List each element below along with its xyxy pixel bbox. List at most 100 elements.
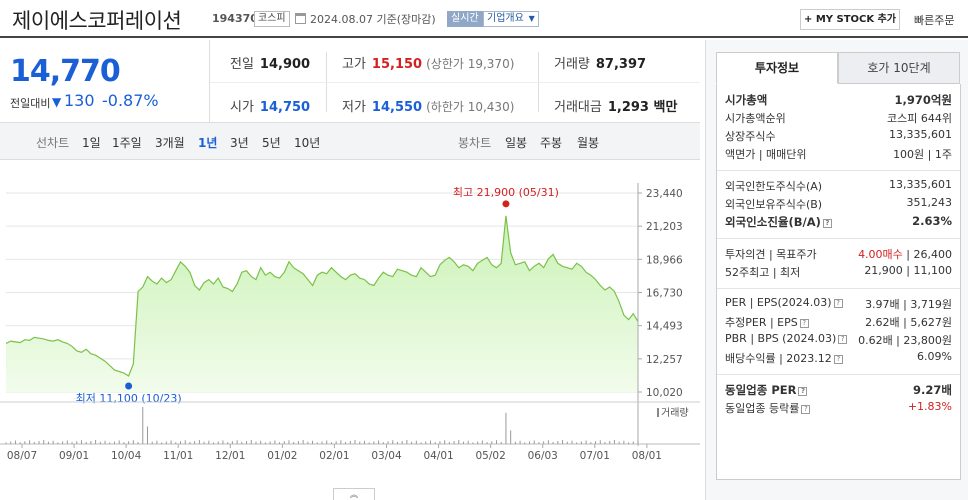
calendar-icon bbox=[295, 13, 306, 24]
volume-legend: 거래량 bbox=[661, 407, 689, 419]
tab-1d[interactable]: 1일 bbox=[82, 134, 101, 151]
x-tick-label: 03/04 bbox=[371, 450, 402, 462]
realtime-badge[interactable]: 실시간 bbox=[447, 11, 483, 27]
high-price: 고가 15,150 (상한가 19,370) bbox=[342, 57, 515, 72]
high-annotation: 최고 21,900 (05/31) bbox=[453, 186, 559, 199]
volume: 거래량 87,397 bbox=[554, 57, 647, 72]
invest-info-row[interactable]: PER | EPS(2024.03)? 3.97배 | 3,719원 bbox=[725, 296, 952, 314]
diff-value: 130 bbox=[64, 91, 95, 110]
invest-info-label: 시가총액순위 bbox=[725, 112, 786, 125]
invest-info-value: 6.09% bbox=[917, 350, 952, 363]
invest-info-row[interactable]: 동일업종 등락률? +1.83% bbox=[725, 400, 952, 418]
invest-info-label: 동일업종 PER? bbox=[725, 382, 808, 398]
prev-close: 전일 14,900 bbox=[230, 57, 311, 72]
invest-info-panel: 시가총액 1,970억원 시가총액순위 코스피 644위 상장주식수 13,335,601… bbox=[716, 84, 961, 480]
y-tick-label: 12,257 bbox=[646, 354, 683, 366]
company-info-label: 기업개요 bbox=[487, 13, 524, 24]
invest-info-row: 52주최고 | 최저 21,900 | 11,100 bbox=[725, 264, 952, 282]
candle-chart-label: 봉차트 bbox=[458, 136, 492, 150]
current-price-box: 14,770 전일대비 ▼ 130 -0.87% bbox=[0, 40, 210, 122]
y-tick-label: 14,493 bbox=[646, 321, 683, 333]
price-area bbox=[6, 215, 638, 392]
invest-info-value: 2.62배 | 5,627원 bbox=[865, 316, 952, 329]
x-tick-label: 12/01 bbox=[215, 450, 245, 462]
invest-info-label: 52주최고 | 최저 bbox=[725, 266, 801, 279]
divider bbox=[717, 374, 960, 375]
invest-info-value: 0.62배 | 23,800원 bbox=[858, 334, 952, 347]
invest-info-value: 3.97배 | 3,719원 bbox=[865, 298, 952, 311]
current-price: 14,770 bbox=[10, 54, 121, 89]
tab-invest-info[interactable]: 투자정보 bbox=[716, 52, 838, 84]
tab-1w[interactable]: 1주일 bbox=[112, 134, 142, 151]
tab-weekly[interactable]: 주봉 bbox=[540, 134, 562, 151]
invest-info-row[interactable]: 배당수익률 | 2023.12? 6.09% bbox=[725, 350, 952, 368]
help-icon[interactable]: ? bbox=[801, 405, 811, 414]
low-marker bbox=[125, 382, 133, 390]
invest-info-row: 액면가 | 매매단위 100원 | 1주 bbox=[725, 146, 952, 164]
divider bbox=[717, 288, 960, 289]
divider bbox=[717, 238, 960, 239]
invest-info-value: 13,335,601 bbox=[889, 178, 952, 191]
x-tick-label: 10/04 bbox=[111, 450, 142, 462]
price-chart[interactable]: 최고 21,900 (05/31) 최저 11,100 (10/23) 23,44… bbox=[0, 160, 700, 488]
x-tick-label: 06/03 bbox=[528, 450, 558, 462]
invest-info-value: 351,243 bbox=[906, 196, 953, 209]
invest-info-value: 1,970억원 bbox=[894, 93, 952, 107]
company-info-dropdown[interactable]: 기업개요 ▼ bbox=[483, 11, 539, 27]
y-tick-label: 21,203 bbox=[646, 221, 683, 233]
tab-5y[interactable]: 5년 bbox=[262, 134, 281, 151]
invest-info-label: 투자의견 | 목표주가 bbox=[725, 248, 817, 261]
open-price: 시가 14,750 bbox=[230, 100, 311, 115]
quick-order-link[interactable]: 빠른주문 bbox=[914, 12, 954, 28]
tab-daily[interactable]: 일봉 bbox=[505, 134, 527, 151]
volume-legend-swatch bbox=[657, 408, 659, 417]
x-tick-label: 02/01 bbox=[319, 450, 349, 462]
chevron-down-icon: ▼ bbox=[528, 14, 535, 23]
invest-info-label: 시가총액 bbox=[725, 93, 768, 107]
invest-info-label: 외국인한도주식수(A) bbox=[725, 180, 823, 193]
help-icon[interactable]: ? bbox=[838, 335, 848, 344]
tab-orderbook[interactable]: 호가 10단계 bbox=[838, 52, 960, 84]
invest-info-value: 2.63% bbox=[912, 214, 952, 228]
down-arrow-icon: ▼ bbox=[52, 95, 62, 109]
help-icon[interactable]: ? bbox=[833, 355, 843, 364]
tab-3y[interactable]: 3년 bbox=[230, 134, 249, 151]
invest-info-row[interactable]: 동일업종 PER? 9.27배 bbox=[725, 382, 952, 400]
x-tick-label: 05/02 bbox=[476, 450, 506, 462]
invest-info-label: 액면가 | 매매단위 bbox=[725, 148, 807, 161]
invest-info-row: 외국인한도주식수(A) 13,335,601 bbox=[725, 178, 952, 196]
tab-1y[interactable]: 1년 bbox=[198, 134, 217, 151]
tab-monthly[interactable]: 월봉 bbox=[577, 134, 599, 151]
invest-info-value: 21,900 | 11,100 bbox=[864, 264, 952, 277]
invest-info-label: 추정PER | EPS? bbox=[725, 314, 809, 330]
invest-info-label: 외국인보유주식수(B) bbox=[725, 198, 823, 211]
tab-3m[interactable]: 3개월 bbox=[155, 134, 185, 151]
x-tick-label: 08/01 bbox=[632, 450, 662, 462]
diff-percent: -0.87% bbox=[102, 91, 159, 110]
invest-info-row: 시가총액 1,970억원 bbox=[725, 92, 952, 110]
invest-info-row: 투자의견 | 목표주가 4.00매수 | 26,400 bbox=[725, 246, 952, 264]
high-marker bbox=[502, 200, 510, 208]
divider bbox=[717, 170, 960, 171]
chart-collapse-button[interactable]: ︽ bbox=[333, 488, 375, 500]
tab-10y[interactable]: 10년 bbox=[294, 134, 320, 151]
x-tick-label: 08/07 bbox=[7, 450, 37, 462]
invest-info-row[interactable]: 외국인소진율(B/A)? 2.63% bbox=[725, 214, 952, 232]
help-icon[interactable]: ? bbox=[833, 299, 843, 308]
invest-info-row: 외국인보유주식수(B) 351,243 bbox=[725, 196, 952, 214]
company-name: 제이에스코퍼레이션 bbox=[12, 9, 182, 33]
invest-info-row[interactable]: PBR | BPS (2024.03)? 0.62배 | 23,800원 bbox=[725, 332, 952, 350]
help-icon[interactable]: ? bbox=[799, 319, 809, 328]
side-panel: 투자정보 호가 10단계 시가총액 1,970억원 시가총액순위 코스피 644위 상장… bbox=[705, 40, 968, 500]
help-icon[interactable]: ? bbox=[798, 387, 808, 396]
market-badge: 코스피 bbox=[254, 11, 290, 27]
invest-info-row: 시가총액순위 코스피 644위 bbox=[725, 110, 952, 128]
invest-info-row[interactable]: 추정PER | EPS? 2.62배 | 5,627원 bbox=[725, 314, 952, 332]
invest-info-value: 코스피 644위 bbox=[887, 112, 952, 125]
low-price: 저가 14,550 (하한가 10,430) bbox=[342, 100, 515, 115]
help-icon[interactable]: ? bbox=[822, 219, 832, 228]
invest-info-label: 배당수익률 | 2023.12? bbox=[725, 350, 843, 366]
add-mystock-button[interactable]: + MY STOCK 추가 bbox=[800, 9, 900, 30]
invest-info-value: 4.00매수 | 26,400 bbox=[858, 248, 952, 261]
low-annotation: 최저 11,100 (10/23) bbox=[76, 392, 182, 405]
